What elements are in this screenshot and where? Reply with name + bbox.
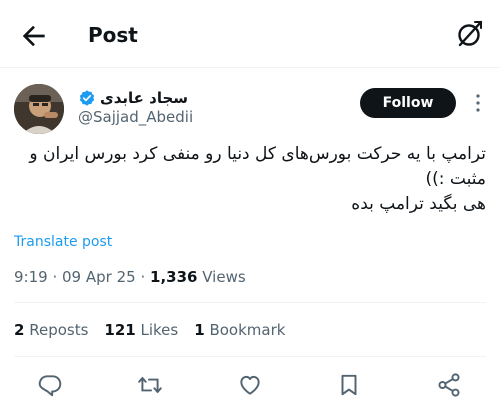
- post-text-line: مثبت :)): [425, 169, 486, 189]
- share-button[interactable]: [436, 372, 464, 400]
- bookmark-button[interactable]: [336, 372, 364, 400]
- page-title: Post: [88, 23, 138, 47]
- post-meta: 9:19 · 09 Apr 25 · 1,336 Views: [14, 266, 246, 288]
- author-handle[interactable]: @Sajjad_Abedii: [78, 107, 193, 127]
- verified-badge-icon: [78, 89, 96, 107]
- like-button[interactable]: [237, 372, 265, 400]
- action-bar: [0, 370, 500, 402]
- reposts-count: 2: [14, 321, 25, 339]
- more-options-button[interactable]: [468, 90, 488, 116]
- bookmarks-stat[interactable]: 1 Bookmark: [194, 319, 285, 341]
- avatar[interactable]: [14, 84, 64, 134]
- grok-icon: [458, 20, 483, 47]
- post-date[interactable]: 09 Apr 25: [62, 268, 136, 286]
- share-icon: [438, 373, 460, 397]
- avatar-image: [14, 84, 64, 134]
- meta-separator: ·: [52, 268, 63, 286]
- bookmark-icon: [341, 374, 357, 396]
- reposts-label: Reposts: [29, 321, 89, 339]
- post-text: ترامپ با یه حرکت بورس‌های کل دنیا رو منف…: [14, 142, 486, 217]
- post-text-line: ترامپ با یه حرکت بورس‌های کل دنیا رو منف…: [29, 144, 486, 164]
- meta-separator: ·: [140, 268, 151, 286]
- heart-icon: [240, 375, 260, 395]
- back-button[interactable]: [18, 20, 50, 52]
- bookmarks-label: Bookmark: [209, 321, 286, 339]
- author-display-name: سجاد عابدی: [100, 89, 189, 107]
- divider: [14, 302, 486, 303]
- likes-stat[interactable]: 121 Likes: [104, 319, 178, 341]
- divider: [14, 356, 486, 357]
- repost-icon: [138, 376, 162, 394]
- likes-label: Likes: [140, 321, 179, 339]
- reply-button[interactable]: [37, 372, 65, 400]
- more-vertical-icon: [476, 94, 480, 112]
- translate-post-link[interactable]: Translate post: [14, 232, 112, 252]
- follow-button[interactable]: Follow: [360, 88, 456, 118]
- post-stats: 2 Reposts 121 Likes 1 Bookmark: [14, 319, 285, 341]
- likes-count: 121: [104, 321, 136, 339]
- views-label: Views: [202, 268, 246, 286]
- top-bar: Post: [0, 0, 500, 68]
- reply-icon: [38, 375, 62, 397]
- post-text-line: هی بگید ترامپ بده: [351, 194, 486, 214]
- author-name-row[interactable]: سجاد عابدی: [78, 88, 188, 108]
- arrow-left-icon: [22, 25, 45, 47]
- views-count: 1,336: [150, 268, 198, 286]
- grok-button[interactable]: [454, 18, 486, 50]
- bookmarks-count: 1: [194, 321, 205, 339]
- post-time[interactable]: 9:19: [14, 268, 48, 286]
- repost-button[interactable]: [137, 372, 165, 400]
- reposts-stat[interactable]: 2 Reposts: [14, 319, 88, 341]
